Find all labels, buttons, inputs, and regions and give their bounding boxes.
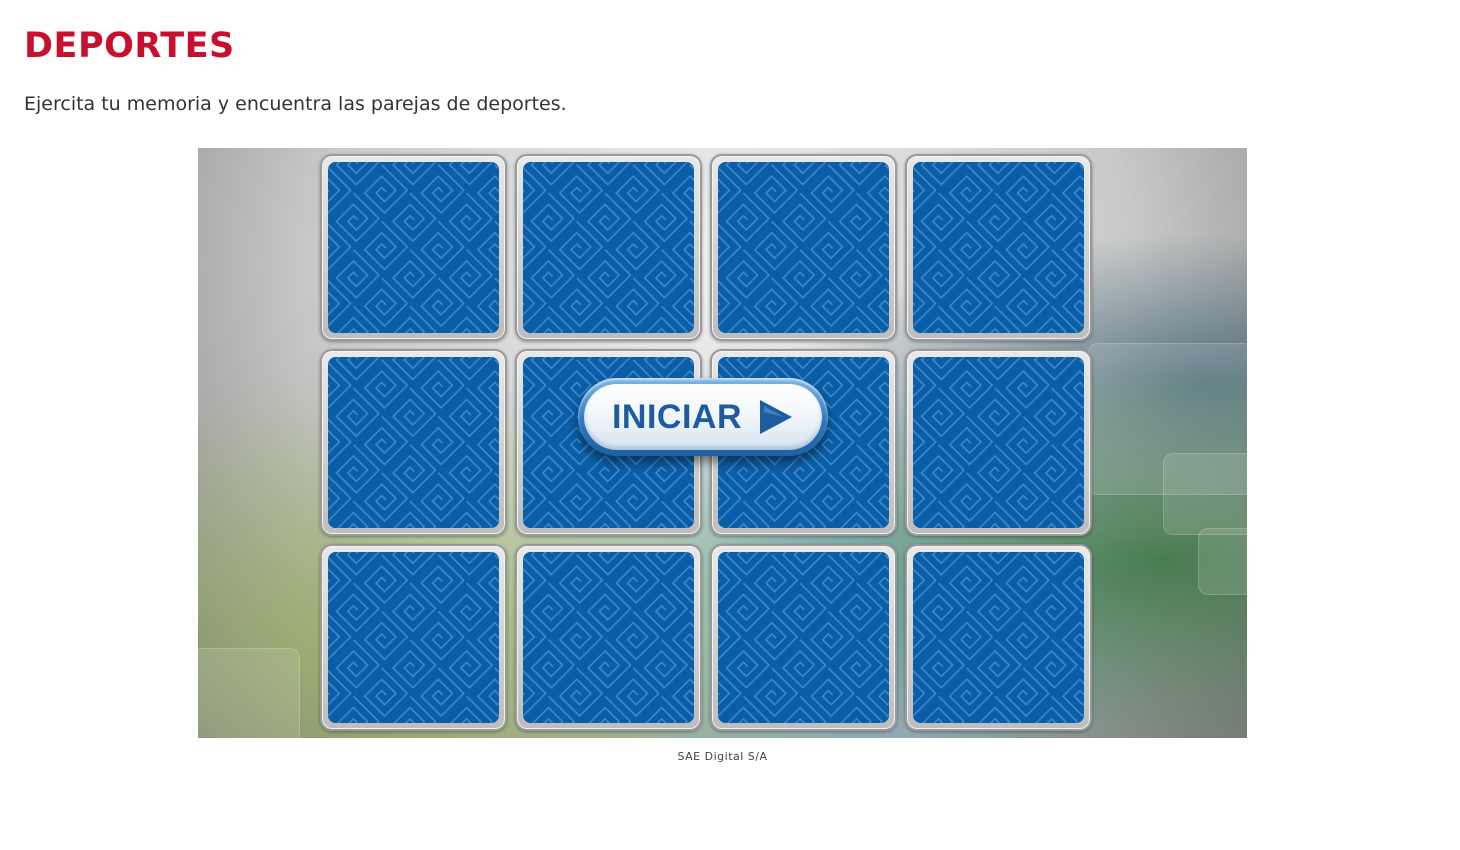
card-back (328, 162, 499, 333)
memory-card[interactable] (320, 544, 507, 731)
greek-key-pattern-icon (523, 162, 694, 333)
background-square (1198, 528, 1247, 595)
greek-key-pattern-icon (718, 552, 889, 723)
game-frame: INICIAR (198, 148, 1247, 738)
card-back (913, 552, 1084, 723)
credit-text: SAE Digital S/A (677, 750, 768, 763)
play-icon (760, 400, 793, 434)
start-button-face: INICIAR (584, 384, 822, 450)
card-back (913, 357, 1084, 528)
greek-key-pattern-icon (913, 552, 1084, 723)
start-button-label: INICIAR (611, 397, 743, 436)
background-square (198, 648, 300, 738)
card-back (718, 162, 889, 333)
card-back (913, 162, 1084, 333)
memory-card[interactable] (515, 154, 702, 341)
card-back (523, 162, 694, 333)
memory-card[interactable] (320, 154, 507, 341)
greek-key-pattern-icon (328, 552, 499, 723)
greek-key-pattern-icon (328, 357, 499, 528)
card-back (328, 552, 499, 723)
memory-card[interactable] (515, 544, 702, 731)
page-description: Ejercita tu memoria y encuentra las pare… (24, 93, 567, 115)
page-title: DEPORTES (24, 26, 235, 66)
memory-card[interactable] (710, 544, 897, 731)
start-button[interactable]: INICIAR (578, 378, 828, 456)
memory-card[interactable] (905, 544, 1092, 731)
background-square (1163, 453, 1247, 535)
memory-card[interactable] (905, 154, 1092, 341)
memory-card[interactable] (905, 349, 1092, 536)
greek-key-pattern-icon (913, 162, 1084, 333)
greek-key-pattern-icon (523, 552, 694, 723)
memory-card[interactable] (320, 349, 507, 536)
greek-key-pattern-icon (913, 357, 1084, 528)
card-back (718, 552, 889, 723)
card-back (523, 552, 694, 723)
greek-key-pattern-icon (718, 162, 889, 333)
greek-key-pattern-icon (328, 162, 499, 333)
card-back (328, 357, 499, 528)
memory-card[interactable] (710, 154, 897, 341)
